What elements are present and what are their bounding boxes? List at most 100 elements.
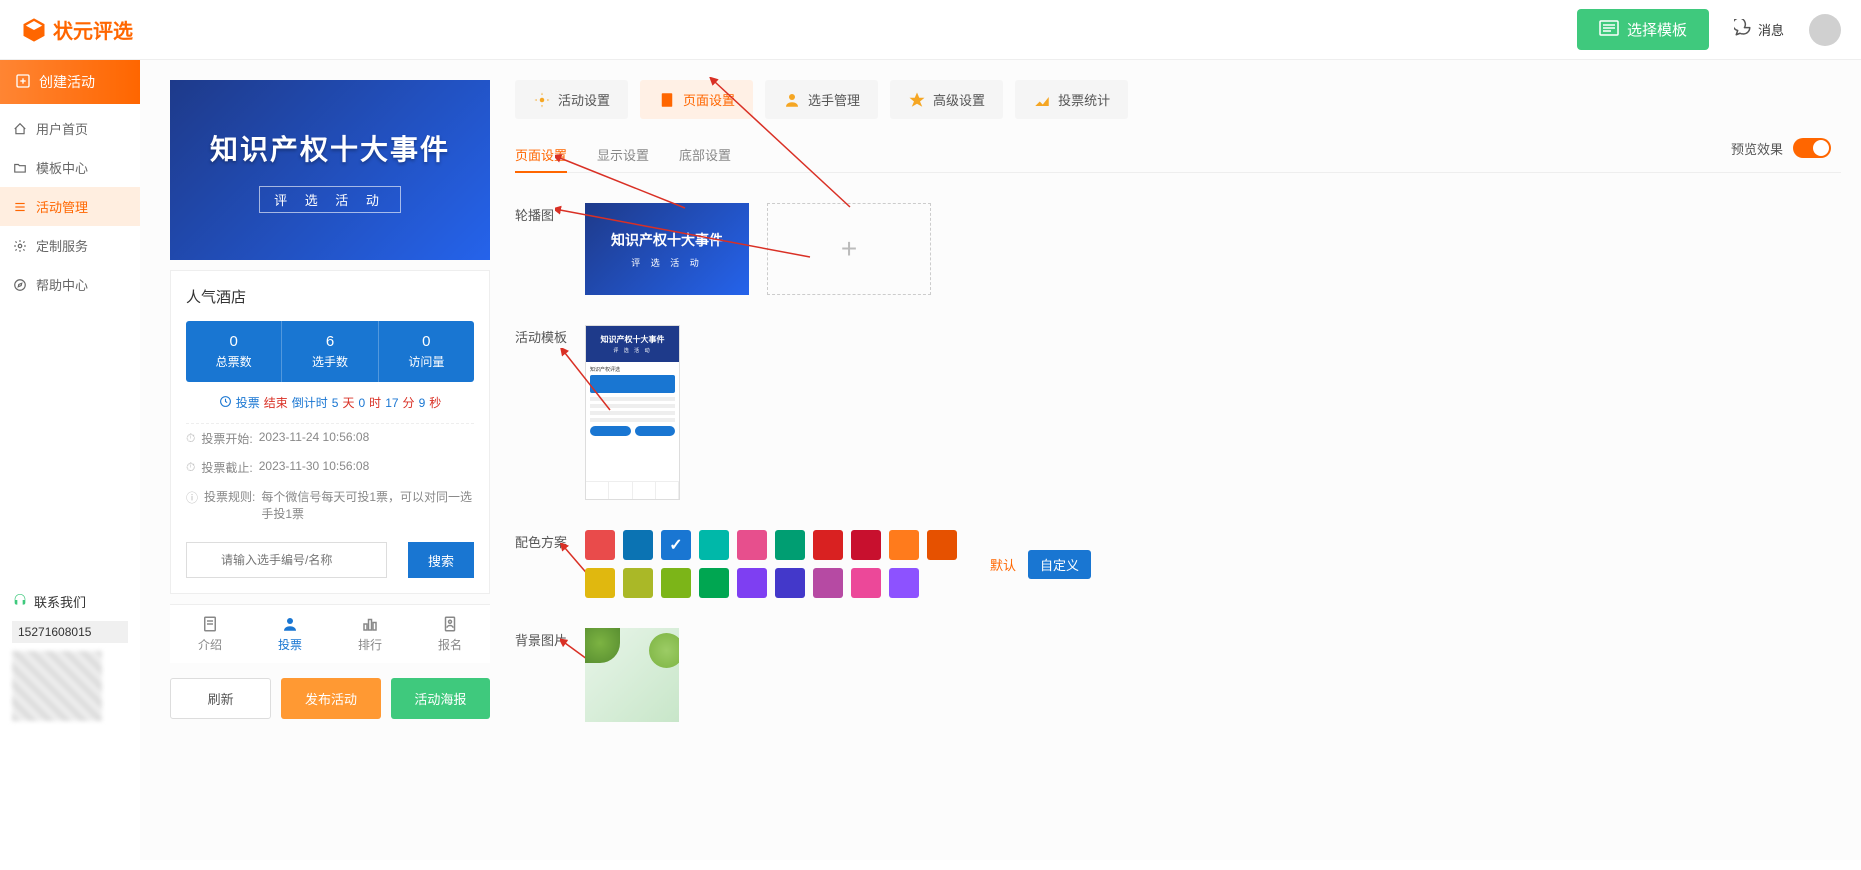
bnav-rank[interactable]: 排行 [330,605,410,663]
compass-icon [12,277,28,293]
clock-icon [219,395,232,411]
preview-toggle[interactable] [1793,138,1831,158]
info-end: ⏱ 投票截止: 2023-11-30 10:56:08 [186,453,474,482]
page-icon [658,91,676,109]
color-swatch[interactable] [661,568,691,598]
label-carousel: 轮播图 [515,203,585,295]
stats-row: 0 总票数 6 选手数 0 访问量 [186,321,474,382]
plus-box-icon [15,73,31,92]
advanced-icon [908,91,926,109]
chart-icon [1033,91,1051,109]
message-icon [1734,19,1752,40]
bg-thumbnail[interactable] [585,628,679,722]
contact-title: 联系我们 [12,592,128,611]
tab-activity-settings[interactable]: 活动设置 [515,80,628,119]
preview-toggle-label: 预览效果 [1731,139,1783,158]
sidebar-item-help[interactable]: 帮助中心 [0,265,140,304]
logo-text: 状元评选 [53,15,133,44]
preview-effect-toggle-row: 预览效果 [1731,138,1831,158]
color-swatch[interactable] [813,530,843,560]
select-template-label: 选择模板 [1627,19,1687,40]
create-label: 创建活动 [39,72,95,92]
preview-column: 知识产权十大事件 评 选 活 动 人气酒店 0 总票数 6 选手数 0 [170,80,490,840]
cube-icon [20,16,48,44]
refresh-button[interactable]: 刷新 [170,678,271,719]
preview-bottom-nav: 介绍 投票 排行 报名 [170,604,490,663]
create-activity-button[interactable]: 创建活动 [0,60,140,104]
gear-icon [12,238,28,254]
color-swatch[interactable] [889,568,919,598]
label-bg: 背景图片 [515,628,585,722]
tab-page-settings[interactable]: 页面设置 [640,80,753,119]
info-start: ⏱ 投票开始: 2023-11-24 10:56:08 [186,424,474,453]
select-template-button[interactable]: 选择模板 [1577,9,1709,50]
headset-icon [12,592,28,611]
avatar[interactable] [1809,14,1841,46]
sidebar-label: 帮助中心 [36,275,88,294]
color-swatch[interactable] [623,530,653,560]
row-colors: 配色方案 默认 自定义 [515,530,1841,598]
top-header: 状元评选 选择模板 消息 [0,0,1861,60]
tab-vote-stats[interactable]: 投票统计 [1015,80,1128,119]
logo[interactable]: 状元评选 [20,15,133,44]
settings-column: 活动设置 页面设置 选手管理 高级设置 投票统计 [515,80,1841,840]
color-swatch[interactable] [851,568,881,598]
sub-tab-bar: 页面设置 显示设置 底部设置 [515,137,1841,173]
color-swatch[interactable] [737,568,767,598]
color-default-link[interactable]: 默认 [990,555,1016,574]
sidebar: 创建活动 用户首页 模板中心 活动管理 定制服务 帮助中心 [0,60,140,860]
preview-banner: 知识产权十大事件 评 选 活 动 [170,80,490,260]
row-template: 活动模板 知识产权十大事件 评 选 活 动 知识产权评选 [515,325,1841,500]
message-link[interactable]: 消息 [1734,19,1784,40]
list-icon [12,199,28,215]
search-input[interactable] [186,542,387,578]
sidebar-label: 活动管理 [36,197,88,216]
color-swatch[interactable] [889,530,919,560]
poster-button[interactable]: 活动海报 [391,678,490,719]
action-buttons: 刷新 发布活动 活动海报 [170,678,490,719]
color-swatch[interactable] [661,530,691,560]
color-custom-button[interactable]: 自定义 [1028,550,1091,579]
row-bg: 背景图片 [515,628,1841,722]
tab-contestant-mgmt[interactable]: 选手管理 [765,80,878,119]
publish-button[interactable]: 发布活动 [281,678,380,719]
header-right: 选择模板 消息 [1577,9,1841,50]
bnav-signup[interactable]: 报名 [410,605,490,663]
color-swatch[interactable] [775,568,805,598]
contact-phone[interactable]: 15271608015 [12,621,128,643]
message-label: 消息 [1758,20,1784,39]
search-button[interactable]: 搜索 [408,542,474,578]
color-swatch[interactable] [927,530,957,560]
template-thumbnail[interactable]: 知识产权十大事件 评 选 活 动 知识产权评选 [585,325,680,500]
sidebar-item-custom[interactable]: 定制服务 [0,226,140,265]
qrcode-image [12,651,102,721]
folder-icon [12,160,28,176]
color-swatch[interactable] [851,530,881,560]
bnav-intro[interactable]: 介绍 [170,605,250,663]
color-swatch[interactable] [699,568,729,598]
subtab-bottom[interactable]: 底部设置 [679,137,731,172]
sidebar-item-templates[interactable]: 模板中心 [0,148,140,187]
stat-total-votes: 0 总票数 [186,321,282,382]
sidebar-label: 模板中心 [36,158,88,177]
sidebar-item-activity[interactable]: 活动管理 [0,187,140,226]
color-swatch[interactable] [775,530,805,560]
sidebar-item-home[interactable]: 用户首页 [0,109,140,148]
color-swatch[interactable] [699,530,729,560]
color-swatch[interactable] [737,530,767,560]
info-rules: ⓘ 投票规则: 每个微信号每天可投1票，可以对同一选手投1票 [186,482,474,528]
color-grid [585,530,957,598]
color-swatch[interactable] [585,568,615,598]
color-swatch[interactable] [585,530,615,560]
color-swatch[interactable] [623,568,653,598]
subtab-page[interactable]: 页面设置 [515,137,567,172]
stat-contestants: 6 选手数 [282,321,378,382]
bnav-vote[interactable]: 投票 [250,605,330,663]
color-swatch[interactable] [813,568,843,598]
stat-visits: 0 访问量 [379,321,474,382]
tab-advanced-settings[interactable]: 高级设置 [890,80,1003,119]
subtab-display[interactable]: 显示设置 [597,137,649,172]
carousel-thumbnail[interactable]: 知识产权十大事件 评 选 活 动 [585,203,749,295]
add-carousel-button[interactable]: + [767,203,931,295]
card-title: 人气酒店 [186,286,474,307]
